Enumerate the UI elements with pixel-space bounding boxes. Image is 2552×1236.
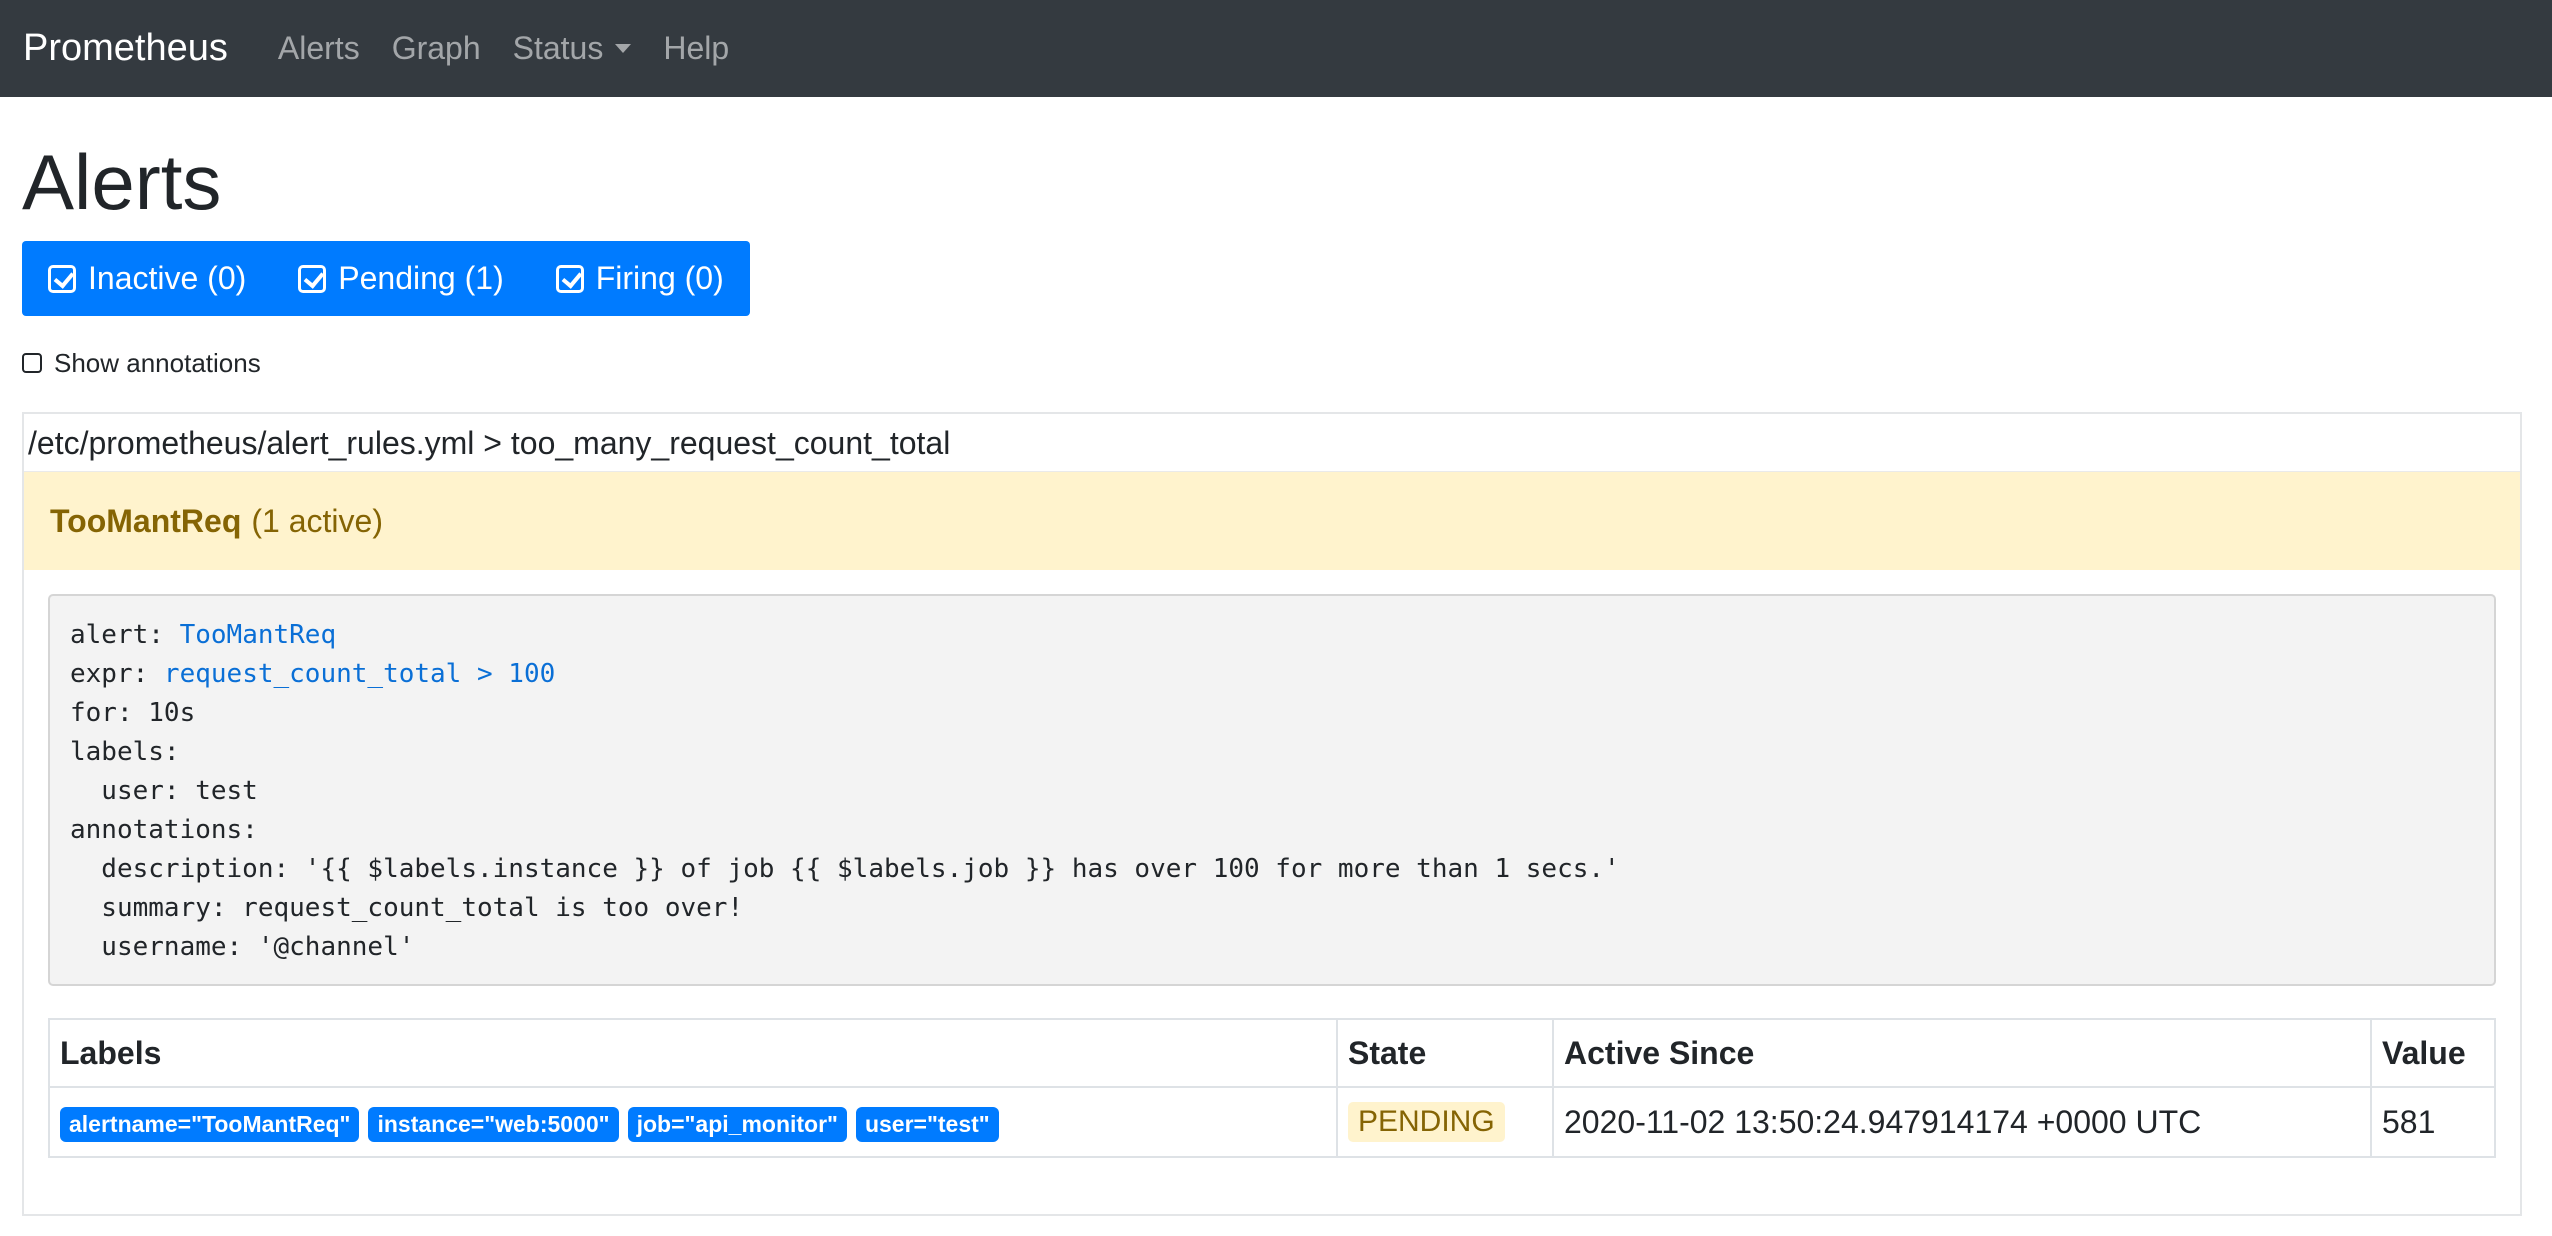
rule-expr-key: expr: <box>70 659 164 689</box>
filter-inactive-button[interactable]: Inactive (0) <box>22 241 272 316</box>
rule-alert-link[interactable]: TooMantReq <box>180 620 337 650</box>
alert-rule-name: TooMantReq <box>50 502 242 539</box>
caret-down-icon <box>615 44 632 53</box>
active-alerts-table: Labels State Active Since Value alertnam… <box>48 1018 2496 1158</box>
label-badge: instance="web:5000" <box>368 1106 619 1142</box>
rule-alert-key: alert: <box>70 620 180 650</box>
alert-active-count: (1 active) <box>251 502 383 539</box>
nav-status-dropdown[interactable]: Status <box>513 30 632 67</box>
label-badge: alertname="TooMantReq" <box>60 1106 360 1142</box>
rule-expr-link[interactable]: request_count_total > 100 <box>164 659 555 689</box>
col-header-state: State <box>1336 1018 1554 1088</box>
rule-group-header: /etc/prometheus/alert_rules.yml > too_ma… <box>24 414 2520 472</box>
value-cell: 581 <box>2370 1086 2496 1158</box>
col-header-labels: Labels <box>48 1018 1338 1088</box>
labels-cell: alertname="TooMantReq" instance="web:5000… <box>48 1086 1338 1158</box>
rule-group-card: /etc/prometheus/alert_rules.yml > too_ma… <box>22 412 2522 1216</box>
alert-rule-toggle[interactable]: TooMantReq (1 active) <box>24 472 2520 570</box>
show-annotations-checkbox[interactable] <box>22 353 42 373</box>
brand-link[interactable]: Prometheus <box>23 27 228 70</box>
state-filter-group: Inactive (0) Pending (1) Firing (0) <box>22 241 750 316</box>
table-header-row: Labels State Active Since Value <box>48 1018 2496 1088</box>
filter-inactive-label: Inactive (0) <box>88 260 247 296</box>
nav-alerts[interactable]: Alerts <box>278 30 360 67</box>
col-header-active-since: Active Since <box>1552 1018 2372 1088</box>
state-badge: PENDING <box>1348 1102 1505 1142</box>
filter-firing-label: Firing (0) <box>595 260 724 296</box>
page-title: Alerts <box>22 138 222 226</box>
top-navbar: Prometheus Alerts Graph Status Help <box>0 0 2552 97</box>
rule-definition: alert: TooMantReq expr: request_count_to… <box>48 594 2496 986</box>
filter-firing-button[interactable]: Firing (0) <box>530 241 750 316</box>
main-content: Alerts Inactive (0) Pending (1) Firing (… <box>0 135 2552 1216</box>
nav-graph[interactable]: Graph <box>392 30 481 67</box>
col-header-value: Value <box>2370 1018 2496 1088</box>
show-annotations-label[interactable]: Show annotations <box>54 348 261 379</box>
checkbox-checked-icon <box>48 264 76 293</box>
label-badge: user="test" <box>855 1106 999 1142</box>
active-since-cell: 2020-11-02 13:50:24.947914174 +0000 UTC <box>1552 1086 2372 1158</box>
filter-pending-button[interactable]: Pending (1) <box>272 241 529 316</box>
show-annotations-toggle: Show annotations <box>22 348 2530 378</box>
filter-pending-label: Pending (1) <box>338 260 504 296</box>
nav-help[interactable]: Help <box>663 30 729 67</box>
table-row: alertname="TooMantReq" instance="web:5000… <box>48 1086 2496 1158</box>
state-cell: PENDING <box>1336 1086 1554 1158</box>
checkbox-checked-icon <box>298 264 327 293</box>
rule-body: for: 10s labels: user: test annotations:… <box>70 698 1620 962</box>
checkbox-checked-icon <box>555 264 584 293</box>
nav-status-label: Status <box>512 30 604 66</box>
label-badge: job="api_monitor" <box>627 1106 847 1142</box>
